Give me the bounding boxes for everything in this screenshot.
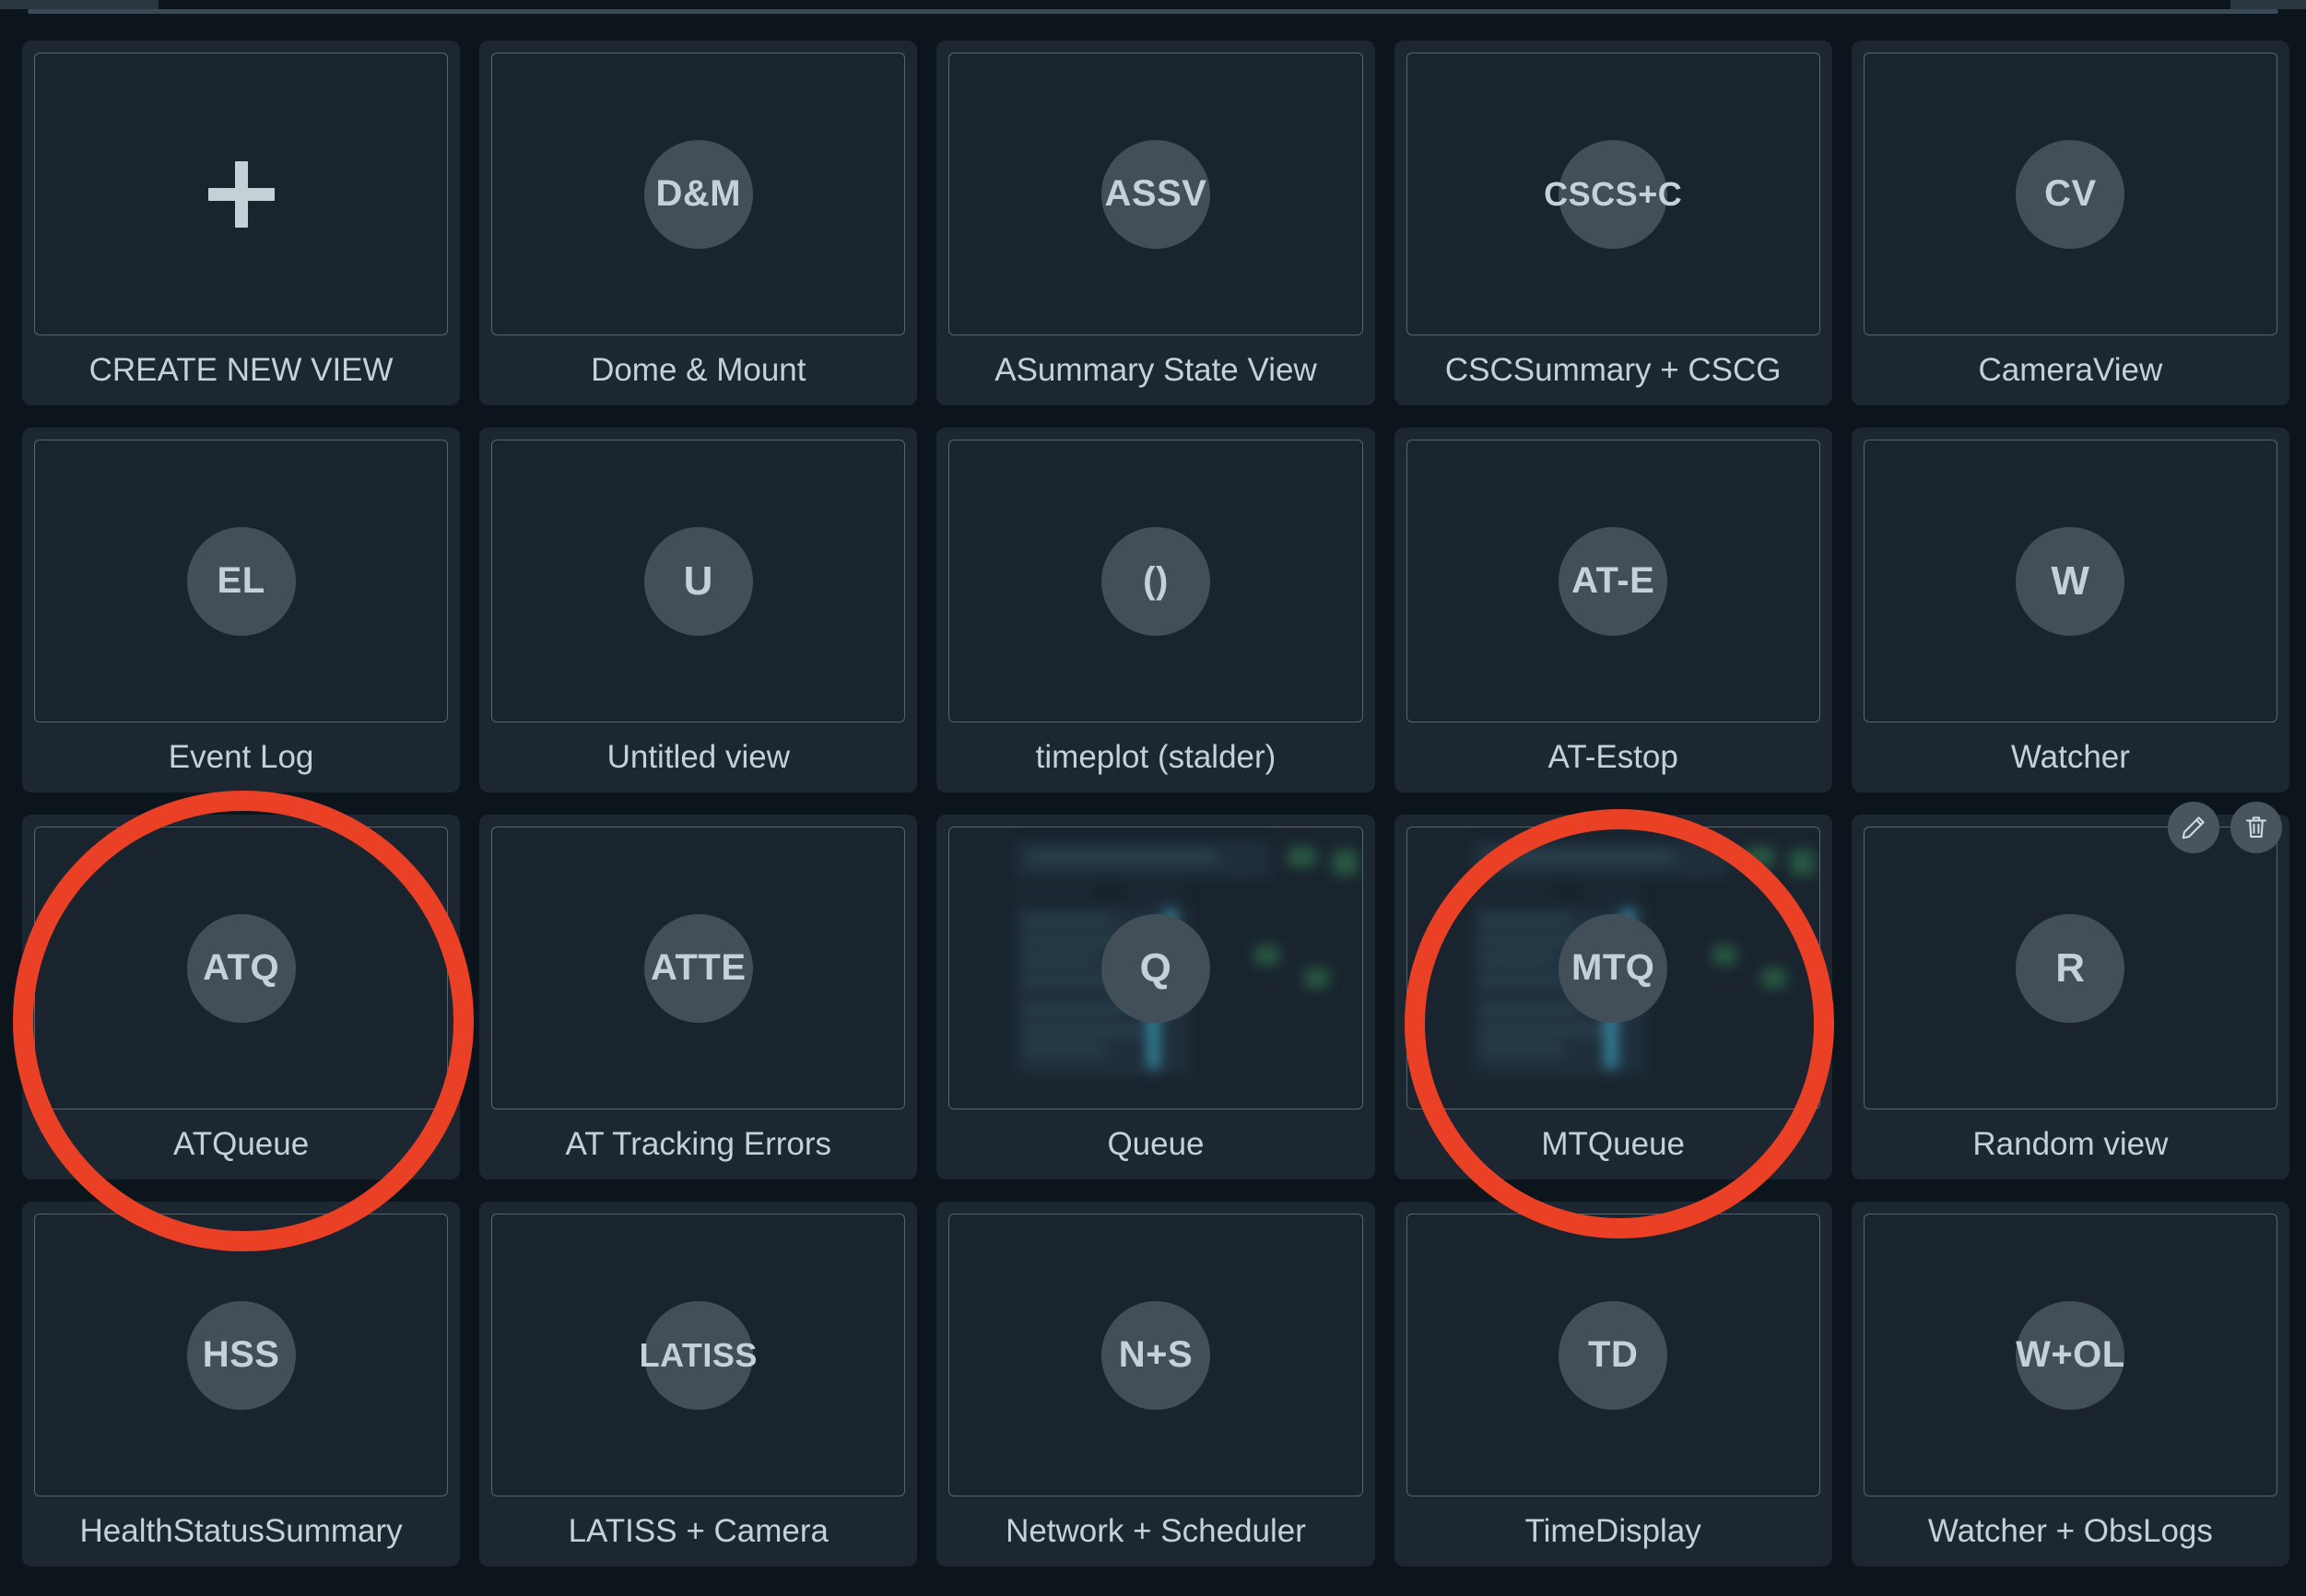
delete-view-button[interactable] (2230, 802, 2282, 853)
view-thumbnail[interactable]: TD (1406, 1214, 1820, 1496)
create-new-view-card[interactable]: CREATE NEW VIEW (22, 41, 460, 405)
view-thumbnail[interactable]: D&M (491, 53, 905, 335)
view-thumbnail[interactable]: () (948, 440, 1362, 722)
view-avatar: CSCS+C (1559, 140, 1667, 249)
view-card-label: Event Log (34, 722, 448, 792)
view-thumbnail[interactable]: Q (948, 827, 1362, 1109)
view-thumbnail[interactable]: AT-E (1406, 440, 1820, 722)
view-card-label: Random view (1864, 1109, 2277, 1179)
card-actions (2168, 802, 2282, 853)
view-card-label: ATQueue (34, 1109, 448, 1179)
view-card-label: LATISS + Camera (491, 1496, 905, 1567)
view-card-label: MTQueue (1406, 1109, 1820, 1179)
view-thumbnail[interactable]: ASSV (948, 53, 1362, 335)
view-thumbnail[interactable]: N+S (948, 1214, 1362, 1496)
view-thumbnail[interactable]: W (1864, 440, 2277, 722)
tab-stub-right[interactable] (2230, 0, 2306, 9)
view-avatar: LATISS (644, 1301, 753, 1410)
view-thumbnail[interactable]: HSS (34, 1214, 448, 1496)
trash-icon (2242, 814, 2270, 841)
view-card-label: CSCSummary + CSCG (1406, 335, 1820, 405)
view-card-label: Watcher (1864, 722, 2277, 792)
view-card[interactable]: CV CameraView (1852, 41, 2289, 405)
pencil-icon (2180, 814, 2207, 841)
view-thumbnail[interactable]: CSCS+C (1406, 53, 1820, 335)
view-card[interactable]: ATQ ATQueue (22, 815, 460, 1179)
view-card-label: Untitled view (491, 722, 905, 792)
view-card[interactable]: Q Queue (936, 815, 1374, 1179)
view-card-label: AT Tracking Errors (491, 1109, 905, 1179)
view-card-label: ASummary State View (948, 335, 1362, 405)
view-avatar: R (2016, 914, 2124, 1023)
view-card[interactable]: EL Event Log (22, 428, 460, 792)
view-thumbnail[interactable]: U (491, 440, 905, 722)
view-card[interactable]: TD TimeDisplay (1394, 1202, 1832, 1567)
view-avatar: EL (187, 527, 296, 636)
view-card[interactable]: HSS HealthStatusSummary (22, 1202, 460, 1567)
view-card[interactable]: D&M Dome & Mount (479, 41, 917, 405)
view-thumbnail[interactable]: EL (34, 440, 448, 722)
view-avatar: () (1101, 527, 1210, 636)
view-avatar: W+OL (2016, 1301, 2124, 1410)
view-thumbnail[interactable]: MTQ (1406, 827, 1820, 1109)
view-card-label: HealthStatusSummary (34, 1496, 448, 1567)
view-card[interactable]: U Untitled view (479, 428, 917, 792)
view-avatar: HSS (187, 1301, 296, 1410)
view-avatar: U (644, 527, 753, 636)
view-card-label: Dome & Mount (491, 335, 905, 405)
tab-stub-left[interactable] (0, 0, 159, 9)
view-avatar: W (2016, 527, 2124, 636)
views-grid: CREATE NEW VIEW D&M Dome & Mount ASSV ASumma… (22, 41, 2289, 1567)
view-card[interactable]: AT-E AT-Estop (1394, 428, 1832, 792)
view-card[interactable]: N+S Network + Scheduler (936, 1202, 1374, 1567)
view-avatar: D&M (644, 140, 753, 249)
view-card[interactable]: ATTE AT Tracking Errors (479, 815, 917, 1179)
view-card[interactable]: W+OL Watcher + ObsLogs (1852, 1202, 2289, 1567)
view-card[interactable]: CSCS+C CSCSummary + CSCG (1394, 41, 1832, 405)
view-card[interactable]: () timeplot (stalder) (936, 428, 1374, 792)
view-card-label: AT-Estop (1406, 722, 1820, 792)
view-card[interactable]: LATISS LATISS + Camera (479, 1202, 917, 1567)
view-card[interactable]: W Watcher (1852, 428, 2289, 792)
view-card[interactable]: MTQ MTQueue (1394, 815, 1832, 1179)
view-card-label: CameraView (1864, 335, 2277, 405)
view-avatar: ATTE (644, 914, 753, 1023)
view-card-label: Queue (948, 1109, 1362, 1179)
view-avatar: TD (1559, 1301, 1667, 1410)
view-avatar: Q (1101, 914, 1210, 1023)
view-card-label: Watcher + ObsLogs (1864, 1496, 2277, 1567)
view-thumbnail[interactable] (34, 53, 448, 335)
view-card-label: Network + Scheduler (948, 1496, 1362, 1567)
view-thumbnail[interactable]: R (1864, 827, 2277, 1109)
view-avatar: AT-E (1559, 527, 1667, 636)
plus-icon (208, 161, 275, 228)
view-thumbnail[interactable]: LATISS (491, 1214, 905, 1496)
view-card[interactable]: R Random view (1852, 815, 2289, 1179)
view-gallery-page: CREATE NEW VIEW D&M Dome & Mount ASSV ASumma… (0, 0, 2306, 1596)
view-card[interactable]: ASSV ASummary State View (936, 41, 1374, 405)
view-thumbnail[interactable]: ATTE (491, 827, 905, 1109)
view-thumbnail[interactable]: ATQ (34, 827, 448, 1109)
view-avatar: MTQ (1559, 914, 1667, 1023)
edit-view-button[interactable] (2168, 802, 2219, 853)
view-thumbnail[interactable]: W+OL (1864, 1214, 2277, 1496)
view-avatar: ASSV (1101, 140, 1210, 249)
top-tab-strip (0, 0, 2306, 28)
view-card-label: TimeDisplay (1406, 1496, 1820, 1567)
view-card-label: timeplot (stalder) (948, 722, 1362, 792)
view-avatar: CV (2016, 140, 2124, 249)
view-thumbnail[interactable]: CV (1864, 53, 2277, 335)
view-avatar: N+S (1101, 1301, 1210, 1410)
view-card-label: CREATE NEW VIEW (34, 335, 448, 405)
view-avatar: ATQ (187, 914, 296, 1023)
topbar-divider (28, 9, 2278, 14)
